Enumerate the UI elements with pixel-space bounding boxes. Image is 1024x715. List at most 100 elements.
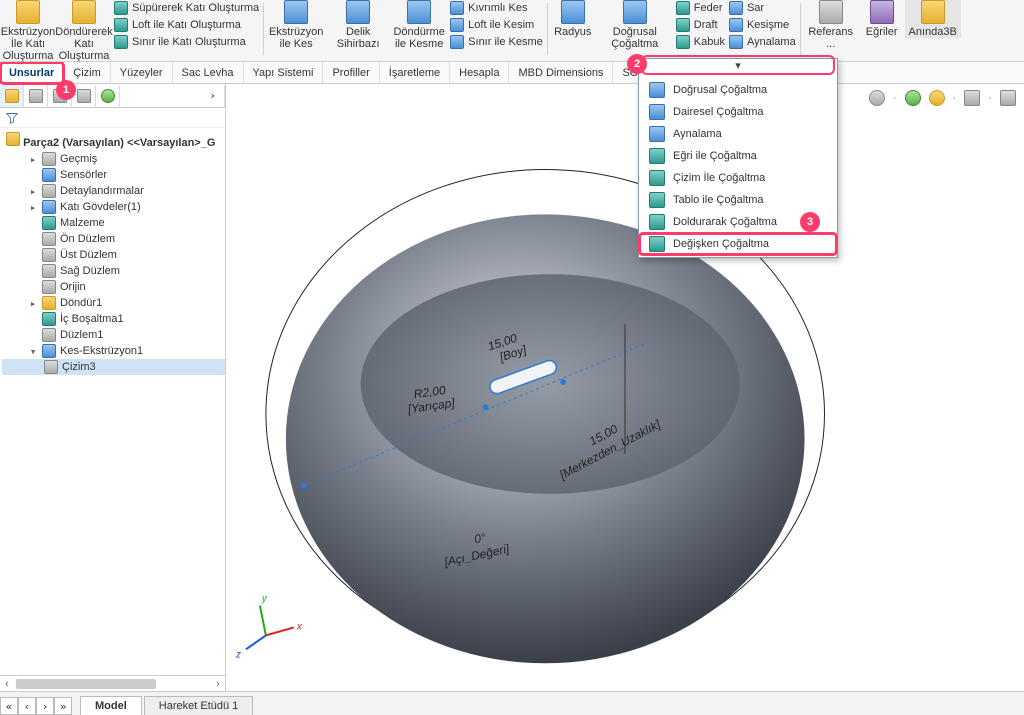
panel-tab-propertymanager[interactable] xyxy=(24,85,48,107)
tree-item[interactable]: Düzlem1 xyxy=(2,327,225,343)
feature-icon xyxy=(42,168,56,182)
label: Döndürerek Katı Oluşturma xyxy=(55,26,112,62)
tab-yapi-sistemi[interactable]: Yapı Sistemi xyxy=(244,62,324,84)
sweep-icon xyxy=(114,1,128,15)
tree-item[interactable]: Ön Düzlem xyxy=(2,231,225,247)
menu-mirror[interactable]: Aynalama xyxy=(639,123,837,145)
tree-item[interactable]: Orijin xyxy=(2,279,225,295)
linear-pattern-icon xyxy=(649,82,665,98)
tree-item[interactable]: ▸Geçmiş xyxy=(2,151,225,167)
cmd-reference[interactable]: Referans ... xyxy=(803,0,859,50)
label: Değişken Çoğaltma xyxy=(673,238,769,250)
cmd-boundary[interactable]: Sınır ile Katı Oluşturma xyxy=(112,34,261,50)
tab-hesapla[interactable]: Hesapla xyxy=(450,62,509,84)
label: Ön Düzlem xyxy=(60,233,115,245)
tree-filter[interactable] xyxy=(0,108,225,128)
dropdown-caret-button[interactable]: ▾ xyxy=(641,55,835,75)
cmd-mirror[interactable]: Aynalama xyxy=(727,34,798,50)
cmd-extrude-boss[interactable]: Ekstrüzyon İle Katı Oluşturma xyxy=(0,0,56,62)
menu-variable-pattern[interactable]: Değişken Çoğaltma xyxy=(639,233,837,255)
tree-item[interactable]: ▾Kes-Ekstrüzyon1 xyxy=(2,343,225,359)
cmd-intersect[interactable]: Kesişme xyxy=(727,17,798,33)
tree-horizontal-scrollbar[interactable]: ‹ › xyxy=(0,675,225,691)
tab-isaretleme[interactable]: İşaretleme xyxy=(380,62,450,84)
tree-item[interactable]: Sağ Düzlem xyxy=(2,263,225,279)
axis-y-label: y xyxy=(261,593,268,604)
scroll-left-arrow[interactable]: ‹ xyxy=(0,678,14,690)
tree-root[interactable]: Parça2 (Varsayılan) <<Varsayılan>_G xyxy=(2,130,225,151)
cmd-loft-cut[interactable]: Loft ile Kesim xyxy=(448,17,545,33)
curve-pattern-icon xyxy=(649,148,665,164)
scroll-right-arrow[interactable]: › xyxy=(211,678,225,690)
tab-nav-next[interactable]: › xyxy=(36,697,54,715)
tab-nav-last[interactable]: » xyxy=(54,697,72,715)
cmd-boundary-cut[interactable]: Sınır ile Kesme xyxy=(448,34,545,50)
cmd-rib[interactable]: Feder xyxy=(674,0,727,16)
tab-profiller[interactable]: Profiller xyxy=(323,62,379,84)
menu-linear-pattern[interactable]: Doğrusal Çoğaltma xyxy=(639,79,837,101)
expander-icon[interactable]: ▸ xyxy=(28,201,38,214)
cmd-draft[interactable]: Draft xyxy=(674,17,727,33)
draft-icon xyxy=(676,18,690,32)
swept-cut-icon xyxy=(450,1,464,15)
tab-nav-first[interactable]: « xyxy=(0,697,18,715)
tree-item[interactable]: ▸Döndür1 xyxy=(2,295,225,311)
cmd-swept-cut[interactable]: Kıvrımlı Kes xyxy=(448,0,545,16)
tab-nav-prev[interactable]: ‹ xyxy=(18,697,36,715)
menu-circular-pattern[interactable]: Dairesel Çoğaltma xyxy=(639,101,837,123)
tree-item[interactable]: Üst Düzlem xyxy=(2,247,225,263)
tree-item-cizim3[interactable]: Çizim3 xyxy=(2,359,225,375)
tree-item[interactable]: ▸Detaylandırmalar xyxy=(2,183,225,199)
appearance-icon[interactable] xyxy=(905,90,921,106)
display-state-icon[interactable] xyxy=(964,90,980,106)
menu-curve-pattern[interactable]: Eğri ile Çoğaltma xyxy=(639,145,837,167)
settings-icon[interactable] xyxy=(1000,90,1016,106)
loft-cut-icon xyxy=(450,18,464,32)
circular-pattern-icon xyxy=(649,104,665,120)
expander-icon[interactable]: ▸ xyxy=(28,297,38,310)
cmd-revolve-cut[interactable]: Döndürme ile Kesme xyxy=(390,0,448,50)
menu-sketch-pattern[interactable]: Çizim İle Çoğaltma xyxy=(639,167,837,189)
panel-expand-button[interactable]: › xyxy=(201,85,225,107)
menu-table-pattern[interactable]: Tablo ile Çoğaltma xyxy=(639,189,837,211)
eye-icon[interactable] xyxy=(869,90,885,106)
expander-icon[interactable]: ▸ xyxy=(28,153,38,166)
tab-unsurlar[interactable]: Unsurlar xyxy=(0,62,64,84)
panel-tab-featuremanager[interactable] xyxy=(0,85,24,107)
cmd-instant3d[interactable]: Anında3B xyxy=(905,0,961,38)
panel-tab-display[interactable] xyxy=(96,85,120,107)
scene-icon[interactable] xyxy=(929,90,945,106)
cmd-fillet[interactable]: Radyus xyxy=(550,0,596,38)
panel-tabs: › xyxy=(0,84,225,108)
tab-cizim[interactable]: Çizim xyxy=(64,62,111,84)
tree-item[interactable]: İç Boşaltma1 xyxy=(2,311,225,327)
label: Ekstrüzyon İle Katı Oluşturma xyxy=(0,26,56,62)
cmd-revolve-boss[interactable]: Döndürerek Katı Oluşturma xyxy=(56,0,112,62)
graphics-viewport[interactable]: · · · xyxy=(226,84,1024,691)
bottom-tabs: « ‹ › » Model Hareket Etüdü 1 xyxy=(0,691,1024,715)
dimxpert-icon xyxy=(77,89,91,103)
cmd-sweep[interactable]: Süpürerek Katı Oluşturma xyxy=(112,0,261,16)
tree-item[interactable]: ▸Katı Gövdeler(1) xyxy=(2,199,225,215)
cmd-shell[interactable]: Kabuk xyxy=(674,34,727,50)
tab-mbd[interactable]: MBD Dimensions xyxy=(509,62,613,84)
expander-icon[interactable]: ▸ xyxy=(28,185,38,198)
cmd-extrude-cut[interactable]: Ekstrüzyon ile Kes xyxy=(266,0,326,50)
scroll-thumb[interactable] xyxy=(16,679,156,689)
bottom-tab-motion[interactable]: Hareket Etüdü 1 xyxy=(144,696,254,715)
feature-icon xyxy=(42,248,56,262)
cmd-wrap[interactable]: Sar xyxy=(727,0,798,16)
cmd-linear-pattern[interactable]: Doğrusal Çoğaltma xyxy=(596,0,674,50)
tree-item[interactable]: Sensörler xyxy=(2,167,225,183)
wrap-icon xyxy=(729,1,743,15)
cmd-loft[interactable]: Loft ile Katı Oluşturma xyxy=(112,17,261,33)
tab-sac-levha[interactable]: Sac Levha xyxy=(173,62,244,84)
cmd-curves[interactable]: Eğriler xyxy=(859,0,905,38)
tab-yuzeyler[interactable]: Yüzeyler xyxy=(111,62,173,84)
label: Sar xyxy=(747,2,764,14)
label: Doldurarak Çoğaltma xyxy=(673,216,777,228)
expander-icon[interactable]: ▾ xyxy=(28,345,38,358)
cmd-hole-wizard[interactable]: Delik Sihirbazı xyxy=(326,0,390,50)
tree-item[interactable]: Malzeme xyxy=(2,215,225,231)
bottom-tab-model[interactable]: Model xyxy=(80,696,142,715)
